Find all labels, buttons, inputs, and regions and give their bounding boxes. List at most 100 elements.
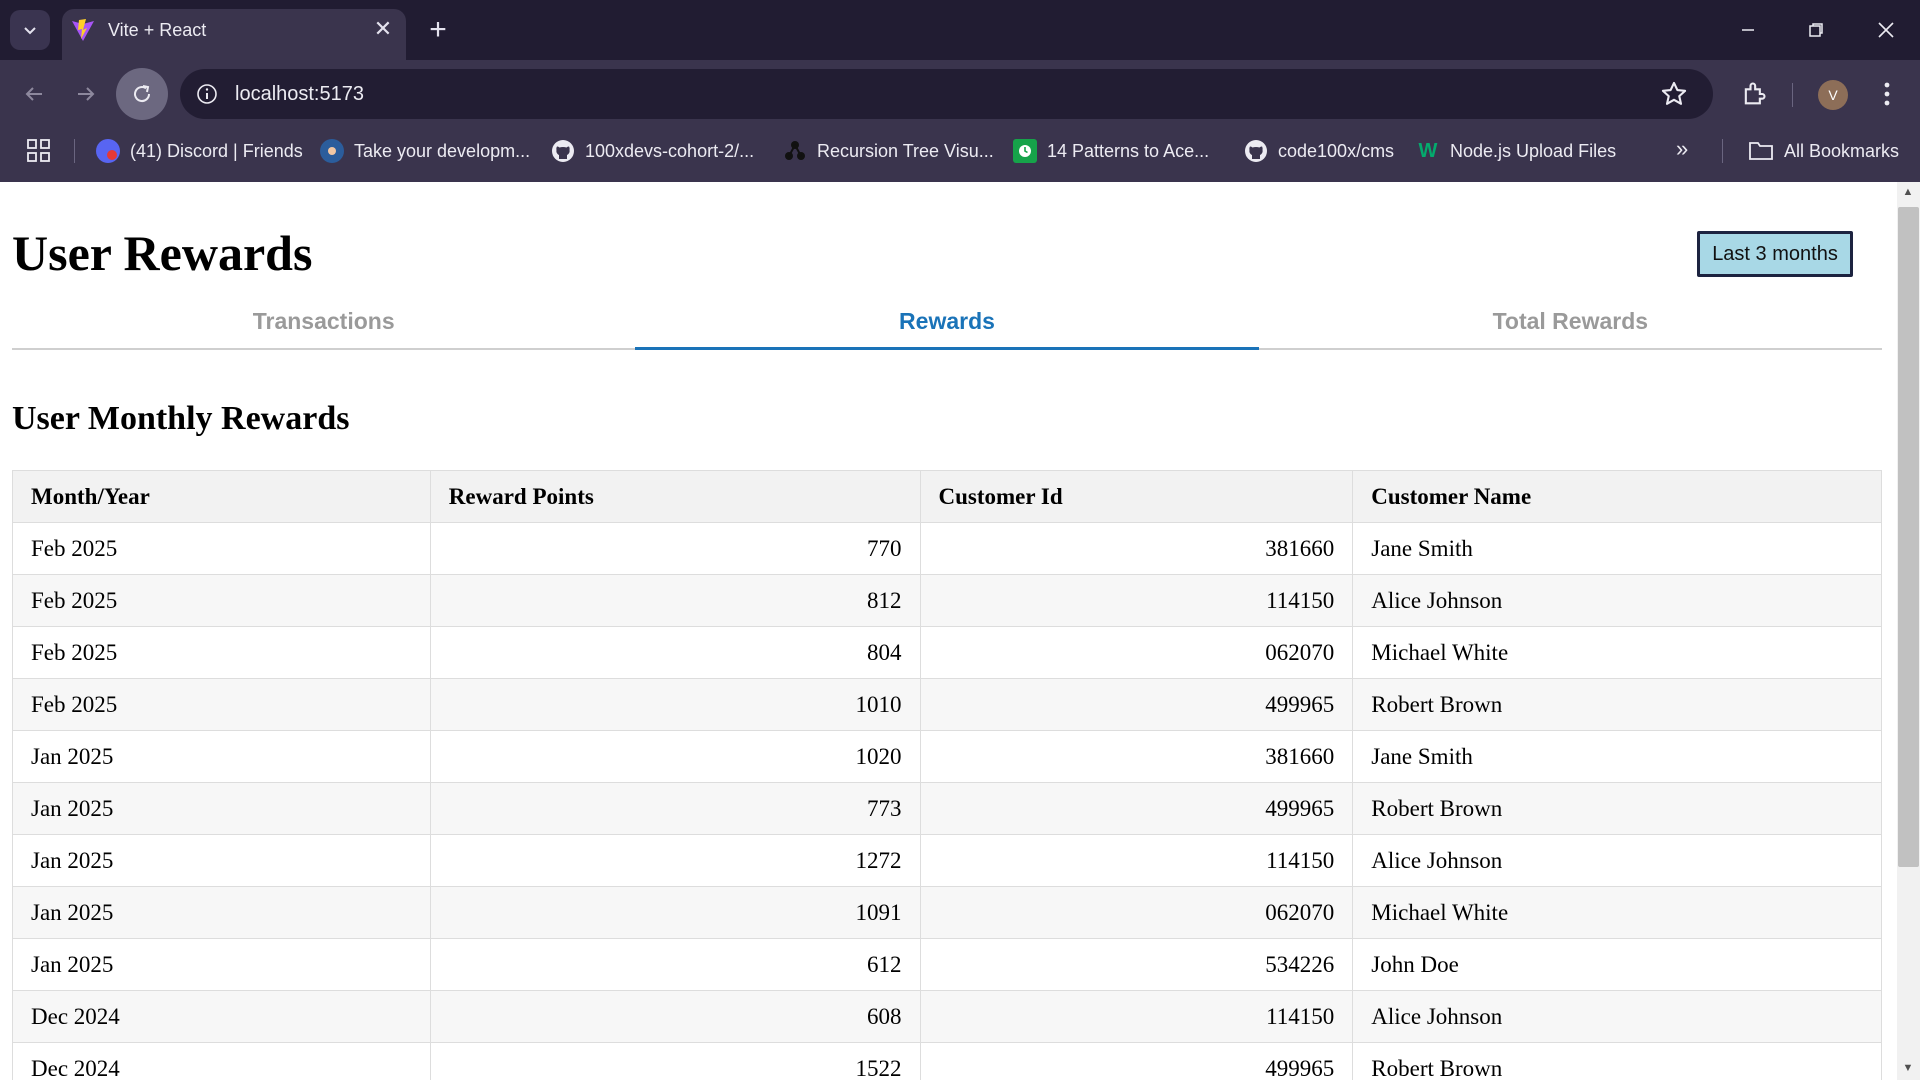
scroll-up-icon[interactable]: ▲	[1901, 186, 1915, 200]
page-viewport: User Rewards Last 3 months Transactions …	[0, 182, 1897, 1080]
cell-month: Feb 2025	[12, 574, 431, 627]
cell-customer-id: 062070	[919, 626, 1354, 679]
cell-name: Robert Brown	[1352, 1042, 1882, 1080]
github-icon	[552, 140, 574, 162]
header-month-year: Month/Year	[12, 470, 431, 523]
cell-customer-id: 499965	[919, 678, 1354, 731]
table-row: Jan 2025 612 534226 John Doe	[12, 938, 1882, 991]
bookmark-discord[interactable]: (41) Discord | Friends	[96, 135, 303, 167]
more-menu-icon[interactable]	[1880, 78, 1894, 110]
bookmark-label: code100x/cms	[1278, 140, 1395, 161]
table-row: Jan 2025 773 499965 Robert Brown	[12, 782, 1882, 835]
bookmark-label: Node.js Upload Files	[1450, 140, 1617, 161]
bookmark-star-icon[interactable]	[1660, 80, 1688, 108]
bookmark-nodejs-upload[interactable]: W Node.js Upload Files	[1416, 135, 1617, 167]
table-row: Feb 2025 812 114150 Alice Johnson	[12, 574, 1882, 627]
reload-button[interactable]	[116, 68, 168, 120]
cell-customer-id: 062070	[919, 886, 1354, 939]
forward-icon[interactable]	[64, 72, 108, 116]
tab-total-rewards[interactable]: Total Rewards	[1259, 302, 1882, 348]
cell-customer-id: 114150	[919, 834, 1354, 887]
bookmark-code100x-cms[interactable]: code100x/cms	[1244, 135, 1394, 167]
all-bookmarks-label: All Bookmarks	[1784, 140, 1900, 161]
tab-rewards[interactable]: Rewards	[635, 302, 1259, 350]
apps-grid-icon[interactable]	[26, 138, 52, 164]
table-row: Dec 2024 1522 499965 Robert Brown	[12, 1042, 1882, 1080]
clock-icon	[1013, 139, 1037, 163]
cell-name: John Doe	[1352, 938, 1882, 991]
header-customer-id: Customer Id	[919, 470, 1354, 523]
minimize-icon[interactable]	[1714, 0, 1782, 60]
page-title: User Rewards	[12, 225, 313, 281]
folder-icon	[1749, 142, 1773, 160]
w3schools-icon: W	[1418, 139, 1438, 162]
tab-title: Vite + React	[108, 20, 207, 40]
cell-points: 1522	[429, 1042, 921, 1080]
cell-month: Feb 2025	[12, 522, 431, 575]
site-info-icon[interactable]	[194, 81, 220, 107]
avatar[interactable]: V	[1818, 80, 1848, 110]
cell-points: 1010	[429, 678, 921, 731]
cell-name: Michael White	[1352, 886, 1882, 939]
bookmark-label: 14 Patterns to Ace...	[1047, 140, 1210, 161]
scrollbar-thumb[interactable]	[1898, 207, 1919, 867]
cell-month: Dec 2024	[12, 1042, 431, 1080]
all-bookmarks-button[interactable]: All Bookmarks	[1748, 135, 1899, 167]
cell-month: Jan 2025	[12, 938, 431, 991]
extensions-icon[interactable]	[1740, 80, 1768, 108]
back-icon[interactable]	[12, 72, 56, 116]
discord-icon	[96, 139, 120, 163]
cell-name: Alice Johnson	[1352, 834, 1882, 887]
address-bar[interactable]	[180, 69, 1713, 119]
table-row: Jan 2025 1020 381660 Jane Smith	[12, 730, 1882, 783]
more-bookmarks-icon[interactable]: »	[1676, 136, 1688, 162]
cell-name: Alice Johnson	[1352, 990, 1882, 1043]
cell-name: Jane Smith	[1352, 730, 1882, 783]
cell-name: Jane Smith	[1352, 522, 1882, 575]
section-title: User Monthly Rewards	[12, 400, 350, 437]
cell-customer-id: 114150	[919, 574, 1354, 627]
divider	[74, 139, 75, 163]
table-row: Dec 2024 608 114150 Alice Johnson	[12, 990, 1882, 1043]
tab-transactions[interactable]: Transactions	[12, 302, 635, 348]
rewards-table: Month/Year Reward Points Customer Id Cus…	[12, 470, 1882, 1080]
cell-month: Jan 2025	[12, 782, 431, 835]
close-window-icon[interactable]	[1852, 0, 1920, 60]
divider	[1722, 139, 1723, 163]
cell-month: Jan 2025	[12, 886, 431, 939]
cell-points: 1272	[429, 834, 921, 887]
bookmark-take-your-development[interactable]: Take your developm...	[320, 135, 530, 167]
cell-month: Jan 2025	[12, 730, 431, 783]
table-row: Feb 2025 770 381660 Jane Smith	[12, 522, 1882, 575]
profile-icon	[320, 139, 344, 163]
table-row: Feb 2025 804 062070 Michael White	[12, 626, 1882, 679]
cell-name: Alice Johnson	[1352, 574, 1882, 627]
new-tab-icon[interactable]: +	[420, 12, 456, 48]
bookmark-100xdevs[interactable]: 100xdevs-cohort-2/...	[551, 135, 754, 167]
bookmark-label: Recursion Tree Visu...	[817, 140, 994, 161]
restore-icon[interactable]	[1782, 0, 1850, 60]
url-text[interactable]: localhost:5173	[235, 83, 364, 106]
date-range-button[interactable]: Last 3 months	[1697, 231, 1853, 277]
reload-icon	[134, 85, 151, 103]
bookmark-recursion-tree[interactable]: Recursion Tree Visu...	[783, 135, 994, 167]
chevron-down-icon	[24, 27, 36, 35]
header-reward-points: Reward Points	[429, 470, 921, 523]
cell-points: 804	[429, 626, 921, 679]
scroll-down-icon[interactable]: ▼	[1901, 1062, 1915, 1076]
header-customer-name: Customer Name	[1352, 470, 1882, 523]
tab-bar: Transactions Rewards Total Rewards	[12, 302, 1882, 350]
cell-month: Feb 2025	[12, 678, 431, 731]
cell-points: 770	[429, 522, 921, 575]
tab-search-button[interactable]	[10, 10, 50, 50]
bookmark-14-patterns[interactable]: 14 Patterns to Ace...	[1013, 135, 1209, 167]
cell-name: Robert Brown	[1352, 678, 1882, 731]
bookmark-label: 100xdevs-cohort-2/...	[585, 140, 755, 161]
cell-points: 608	[429, 990, 921, 1043]
table-row: Feb 2025 1010 499965 Robert Brown	[12, 678, 1882, 731]
cell-name: Michael White	[1352, 626, 1882, 679]
close-tab-icon[interactable]: ✕	[368, 14, 398, 44]
vite-icon	[72, 19, 94, 41]
cell-customer-id: 381660	[919, 522, 1354, 575]
cell-customer-id: 381660	[919, 730, 1354, 783]
